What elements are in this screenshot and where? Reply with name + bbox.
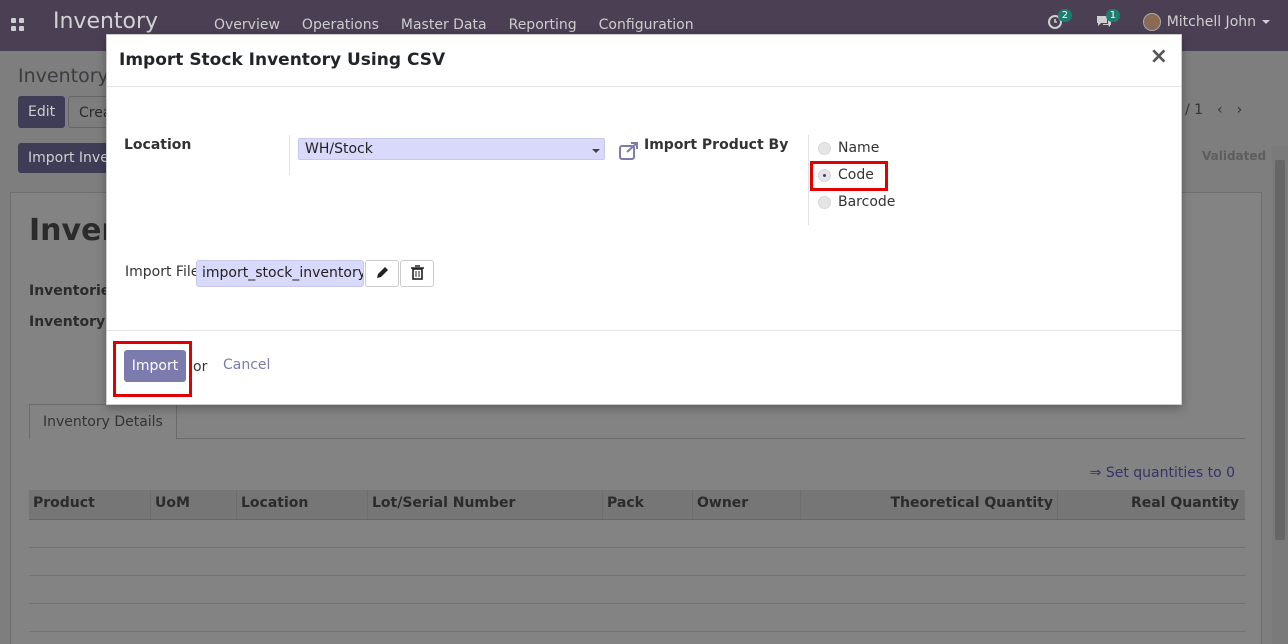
app-brand[interactable]: Inventory [53,9,158,34]
menu-reporting[interactable]: Reporting [509,17,577,33]
col-pack[interactable]: Pack [603,490,693,519]
table-row [29,604,1245,632]
menu-operations[interactable]: Operations [302,17,379,33]
location-select-value: WH/Stock [305,141,373,157]
import-csv-dialog: Import Stock Inventory Using CSV × Locat… [106,34,1182,405]
page-scrollbar[interactable] [1272,146,1288,644]
col-location[interactable]: Location [237,490,368,519]
radio-option-barcode[interactable]: Barcode [818,194,895,210]
user-avatar[interactable] [1142,13,1161,31]
inventory-lines-table: Product UoM Location Lot/Serial Number P… [29,490,1245,632]
table-header: Product UoM Location Lot/Serial Number P… [29,490,1245,520]
highlight-code-box [810,161,888,191]
chevron-down-icon [592,149,600,153]
delete-file-button[interactable] [400,260,434,287]
highlight-import-box [113,341,192,397]
or-text: or [193,359,208,375]
breadcrumb[interactable]: Inventory [18,65,109,87]
menu-configuration[interactable]: Configuration [599,17,694,33]
menu-master-data[interactable]: Master Data [401,17,487,33]
col-theoretical-qty[interactable]: Theoretical Quantity [801,490,1058,519]
status-validated: Validated [1202,149,1267,163]
cancel-link[interactable]: Cancel [223,357,270,373]
col-uom[interactable]: UoM [151,490,237,519]
messages-icon[interactable]: 1 [1095,9,1121,31]
separator [808,135,809,225]
user-name[interactable]: Mitchell John [1167,14,1256,30]
import-product-by-label: Import Product By [644,137,789,153]
col-lot-serial[interactable]: Lot/Serial Number [368,490,603,519]
tab-inventory-details[interactable]: Inventory Details [29,404,177,439]
activity-count-badge: 2 [1057,9,1073,22]
radio-name-label: Name [838,140,880,156]
external-link-icon[interactable] [618,141,640,161]
chevron-down-icon[interactable] [1262,20,1270,24]
location-select[interactable]: WH/Stock [298,138,605,160]
radio-option-name[interactable]: Name [818,140,879,156]
dialog-footer: Import or Cancel [107,330,1181,405]
separator [289,135,290,175]
apps-menu-icon[interactable] [11,18,25,32]
radio-name[interactable] [818,141,831,155]
radio-barcode[interactable] [818,195,831,209]
col-owner[interactable]: Owner [693,490,801,519]
table-row [29,520,1245,548]
col-product[interactable]: Product [29,490,151,519]
menu-overview[interactable]: Overview [214,17,280,33]
location-label: Location [124,137,192,153]
messages-count-badge: 1 [1105,9,1121,22]
import-file-field[interactable]: import_stock_inventory_v [196,260,364,287]
table-row [29,576,1245,604]
dialog-title: Import Stock Inventory Using CSV [119,50,446,70]
edit-file-button[interactable] [365,260,399,287]
activity-icon[interactable]: 2 [1047,9,1073,31]
set-quantities-link[interactable]: ⇒ Set quantities to 0 [1090,465,1235,481]
dialog-header: Import Stock Inventory Using CSV × [107,35,1181,87]
edit-button[interactable]: Edit [18,96,66,128]
col-real-qty[interactable]: Real Quantity [1058,490,1243,519]
main-menu: Overview Operations Master Data Reportin… [214,17,716,33]
pager: / 1 [1185,102,1204,118]
pager-arrows[interactable]: ‹› [1217,102,1256,118]
table-row [29,548,1245,576]
notebook-tabs: Inventory Details [29,404,1245,439]
import-file-label: Import File [125,264,200,280]
radio-barcode-label: Barcode [838,194,896,210]
close-icon[interactable]: × [1150,46,1168,68]
